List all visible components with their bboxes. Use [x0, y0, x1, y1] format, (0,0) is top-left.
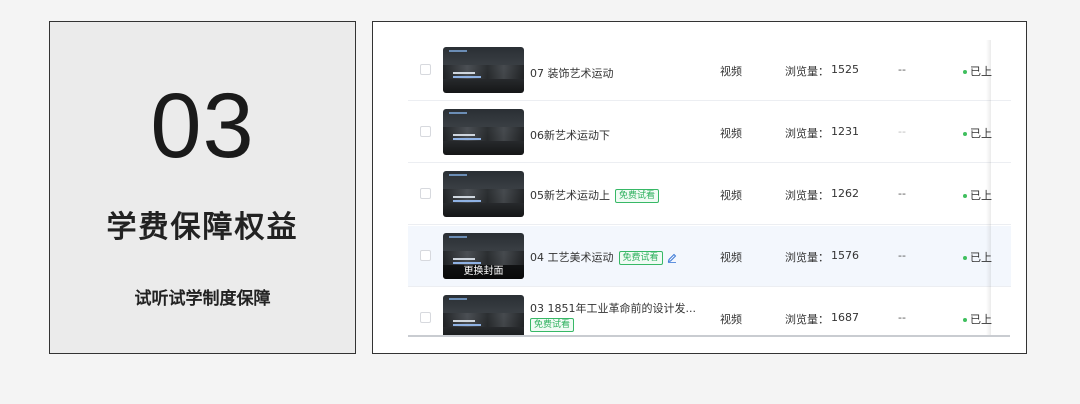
feature-number: 03	[150, 75, 255, 177]
status-dot-icon	[963, 256, 967, 260]
lesson-title[interactable]: 07 装饰艺术运动	[530, 65, 614, 81]
empty-cell: --	[898, 311, 906, 324]
status-dot-icon	[963, 132, 967, 136]
table-row[interactable]: 06新艺术运动下 视频 浏览量： 1231 -- 已上	[408, 102, 1011, 163]
lesson-title[interactable]: 06新艺术运动下	[530, 127, 610, 143]
views-label: 浏览量：	[785, 65, 829, 78]
video-thumbnail[interactable]	[443, 47, 524, 93]
video-thumbnail[interactable]	[443, 295, 524, 336]
feature-title: 学费保障权益	[106, 210, 299, 245]
views-label: 浏览量：	[785, 313, 829, 326]
free-trial-tag: 免费试看	[530, 318, 575, 332]
row-checkbox[interactable]	[420, 250, 431, 261]
lesson-title-wrap[interactable]: 04 工艺美术运动 免费试看	[530, 249, 677, 265]
empty-cell: --	[898, 249, 906, 262]
views-count: 1687	[831, 311, 859, 324]
views-count: 1525	[831, 63, 859, 76]
status-dot-icon	[963, 318, 967, 322]
column-fixed-shadow	[986, 40, 991, 335]
empty-cell: --	[898, 63, 906, 76]
lesson-type: 视频	[720, 251, 742, 264]
table-row[interactable]: 07 装饰艺术运动 视频 浏览量： 1525 -- 已上	[408, 40, 1011, 101]
table-row[interactable]: 03 1851年工业革命前的设计发... 免费试看 视频 浏览量： 1687 -…	[408, 288, 1011, 336]
views-label: 浏览量：	[785, 251, 829, 264]
lesson-title[interactable]: 04 工艺美术运动	[530, 251, 614, 264]
horizontal-scrollbar[interactable]	[408, 335, 1010, 337]
change-cover-button[interactable]: 更换封面	[443, 265, 524, 279]
feature-subtitle: 试听试学制度保障	[134, 289, 271, 309]
empty-cell: --	[898, 125, 906, 138]
edit-pencil-icon[interactable]	[667, 253, 677, 263]
status-dot-icon	[963, 70, 967, 74]
views-count: 1262	[831, 187, 859, 200]
row-checkbox[interactable]	[420, 126, 431, 137]
lesson-type: 视频	[720, 127, 742, 140]
views-label: 浏览量：	[785, 127, 829, 140]
free-trial-tag: 免费试看	[618, 251, 663, 265]
row-checkbox[interactable]	[420, 312, 431, 323]
lesson-title-wrap[interactable]: 05新艺术运动上 免费试看	[530, 187, 660, 203]
lesson-title-wrap[interactable]: 03 1851年工业革命前的设计发... 免费试看	[530, 301, 696, 333]
free-trial-tag: 免费试看	[615, 189, 660, 203]
lesson-type: 视频	[720, 313, 742, 326]
lesson-type: 视频	[720, 65, 742, 78]
row-checkbox[interactable]	[420, 188, 431, 199]
status-dot-icon	[963, 194, 967, 198]
video-thumbnail[interactable]	[443, 171, 524, 217]
empty-cell: --	[898, 187, 906, 200]
views-count: 1231	[831, 125, 859, 138]
lesson-title[interactable]: 03 1851年工业革命前的设计发...	[530, 301, 696, 317]
views-label: 浏览量：	[785, 189, 829, 202]
table-row[interactable]: 更换封面 04 工艺美术运动 免费试看 视频 浏览量： 1576 -- 已上	[408, 226, 1011, 287]
lesson-type: 视频	[720, 189, 742, 202]
lesson-list: 07 装饰艺术运动 视频 浏览量： 1525 -- 已上 06新艺术运动下 视频…	[408, 40, 1011, 336]
table-row[interactable]: 05新艺术运动上 免费试看 视频 浏览量： 1262 -- 已上	[408, 164, 1011, 225]
row-checkbox[interactable]	[420, 64, 431, 75]
video-thumbnail[interactable]: 更换封面	[443, 233, 524, 279]
feature-card: 03 学费保障权益 试听试学制度保障	[49, 21, 356, 354]
video-thumbnail[interactable]	[443, 109, 524, 155]
course-list-screenshot: 07 装饰艺术运动 视频 浏览量： 1525 -- 已上 06新艺术运动下 视频…	[372, 21, 1027, 354]
views-count: 1576	[831, 249, 859, 262]
lesson-title[interactable]: 05新艺术运动上	[530, 189, 610, 202]
